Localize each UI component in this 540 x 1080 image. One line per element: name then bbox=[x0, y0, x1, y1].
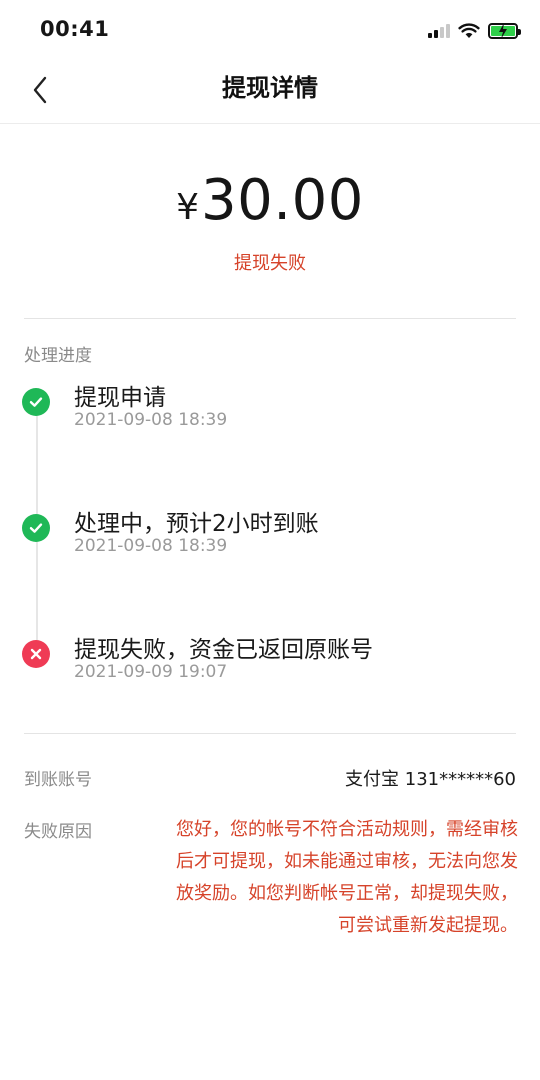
withdrawal-detail-page: 00:41 提现详情 ¥30.00 提现失败 处理进度 提现申请 2021-09… bbox=[0, 0, 540, 1080]
status-time: 00:41 bbox=[40, 17, 110, 41]
step-time: 2021-09-09 19:07 bbox=[74, 662, 228, 682]
step-title: 提现失败，资金已返回原账号 bbox=[74, 637, 373, 663]
step-title: 处理中，预计2小时到账 bbox=[74, 511, 319, 537]
step-time: 2021-09-08 18:39 bbox=[74, 536, 228, 556]
amount-value: 30.00 bbox=[201, 168, 364, 233]
currency-symbol: ¥ bbox=[176, 187, 200, 228]
error-circle-icon bbox=[22, 640, 50, 668]
check-circle-icon bbox=[22, 514, 50, 542]
cellular-signal-icon bbox=[428, 24, 450, 38]
check-circle-icon bbox=[22, 388, 50, 416]
failure-reason-label: 失败原因 bbox=[24, 822, 92, 842]
withdrawal-amount: ¥30.00 bbox=[0, 168, 540, 233]
withdrawal-status: 提现失败 bbox=[234, 253, 306, 274]
nav-bar: 提现详情 bbox=[0, 60, 540, 124]
failure-reason-text: 您好，您的帐号不符合活动规则，需经审核后才可提现，如未能通过审核，无法向您发放奖… bbox=[176, 819, 518, 936]
divider bbox=[24, 733, 516, 734]
status-bar: 00:41 bbox=[0, 0, 540, 60]
status-icons bbox=[428, 20, 521, 42]
step-title: 提现申请 bbox=[74, 385, 166, 411]
divider bbox=[24, 318, 516, 319]
step-time: 2021-09-08 18:39 bbox=[74, 410, 228, 430]
account-label: 到账账号 bbox=[24, 770, 92, 790]
battery-charging-icon bbox=[488, 23, 521, 39]
wifi-icon bbox=[458, 23, 480, 38]
progress-section-label: 处理进度 bbox=[24, 346, 92, 366]
account-value: 支付宝 131******60 bbox=[345, 769, 516, 790]
page-title: 提现详情 bbox=[222, 74, 318, 102]
